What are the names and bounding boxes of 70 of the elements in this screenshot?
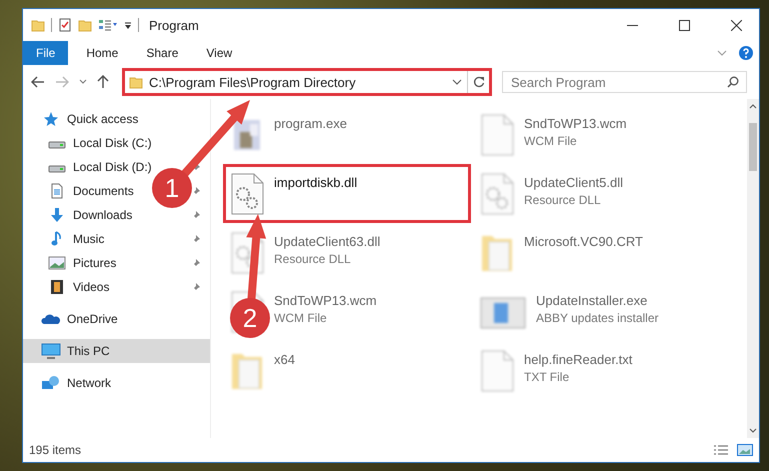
window-title: Program [149, 18, 199, 32]
file-type: TXT File [524, 370, 570, 384]
file-type: WCM File [274, 311, 328, 325]
file-name: help.fineReader.txt [524, 352, 632, 367]
sidebar-item[interactable]: Network [23, 371, 210, 395]
properties-icon[interactable] [58, 18, 72, 32]
music-note-icon [50, 231, 64, 247]
close-icon [730, 20, 742, 30]
file-menu-button[interactable]: File [23, 41, 68, 65]
network-icon [41, 375, 61, 391]
gear-file-icon [230, 173, 264, 215]
star-icon [43, 111, 59, 127]
folder-icon [31, 18, 45, 32]
file-name: SndToWP13.wcm [524, 116, 627, 131]
address-bar[interactable]: C:\Program Files\Program Directory [122, 68, 492, 96]
sidebar-item[interactable]: Pictures [23, 251, 210, 275]
maximize-icon [678, 20, 690, 30]
monitor-icon [41, 343, 61, 359]
file-name: SndToWP13.wcm [274, 293, 377, 308]
search-icon[interactable] [727, 76, 739, 88]
folder-icon [129, 75, 143, 89]
minimize-icon [626, 24, 638, 26]
download-arrow-icon [49, 207, 65, 223]
file-icon [480, 350, 514, 392]
ribbon-tab[interactable]: View [192, 41, 246, 65]
film-icon [50, 279, 64, 295]
file-name: UpdateClient63.dll [274, 234, 380, 249]
customize-toolbar-icon[interactable] [124, 20, 132, 30]
file-name: UpdateClient5.dll [524, 175, 624, 190]
refresh-icon [472, 76, 484, 88]
sidebar-item[interactable]: Local Disk (C:) [23, 131, 210, 155]
gear-file-icon [480, 173, 514, 215]
scroll-down-icon[interactable] [749, 428, 757, 434]
view-options-icon[interactable] [98, 18, 118, 32]
document-icon [50, 183, 64, 199]
sidebar-item[interactable]: Quick access [23, 107, 210, 131]
step-number-badge: 2 [230, 298, 270, 338]
chevron-down-icon[interactable] [717, 50, 727, 56]
dropdown-caret-icon[interactable] [452, 79, 462, 85]
file-name: UpdateInstaller.exe [536, 293, 648, 308]
back-arrow-icon[interactable] [31, 76, 45, 88]
ribbon-tab[interactable]: Share [132, 41, 192, 65]
large-icons-view-icon[interactable] [737, 444, 753, 456]
recent-locations-icon[interactable] [79, 79, 87, 85]
file-name: Microsoft.VC90.CRT [524, 234, 643, 249]
step-number-badge: 1 [152, 168, 192, 208]
sidebar-item[interactable]: Music [23, 227, 210, 251]
scroll-up-icon[interactable] [749, 103, 757, 109]
sidebar-item[interactable]: Videos [23, 275, 210, 299]
file-type: WCM File [524, 134, 578, 148]
file-type: ABBY updates installer [536, 311, 659, 325]
address-path: C:\Program Files\Program Directory [149, 74, 357, 90]
file-name: program.exe [274, 116, 347, 131]
file-type: Resource DLL [524, 193, 602, 207]
file-name: importdiskb.dll [274, 175, 358, 190]
details-view-icon[interactable] [713, 444, 729, 456]
ribbon-tab[interactable]: Home [72, 41, 132, 65]
file-name: x64 [274, 352, 295, 367]
sidebar-item[interactable]: This PC [23, 339, 210, 363]
help-icon[interactable] [739, 46, 753, 60]
file-type: Resource DLL [274, 252, 352, 266]
file-icon [480, 114, 514, 156]
scrollbar[interactable] [747, 99, 759, 438]
sidebar-item[interactable]: OneDrive [23, 307, 210, 331]
picture-icon [48, 256, 66, 270]
search-field[interactable]: Search Program [502, 71, 747, 93]
cloud-icon [41, 313, 61, 325]
up-arrow-icon[interactable] [97, 75, 109, 89]
scroll-thumb[interactable] [749, 123, 757, 171]
item-count: 195 items [29, 443, 82, 457]
